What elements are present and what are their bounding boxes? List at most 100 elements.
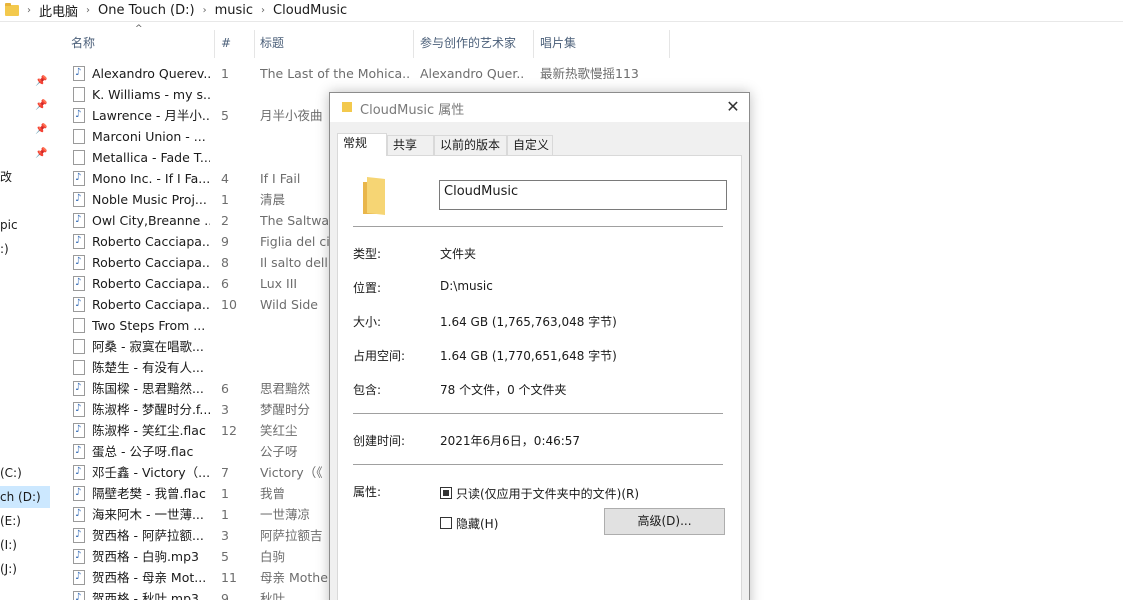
readonly-checkbox[interactable] — [440, 487, 452, 499]
tab-sharing[interactable]: 共享 — [387, 135, 434, 155]
column-header-title[interactable]: 标题 — [254, 30, 414, 58]
advanced-button[interactable]: 高级(D)... — [604, 508, 725, 535]
track-number: 1 — [221, 192, 229, 207]
music-file-icon — [73, 398, 85, 419]
music-file-icon — [73, 104, 85, 125]
music-file-icon — [73, 62, 85, 83]
file-name: Metallica - Fade T... — [92, 150, 210, 165]
divider — [353, 413, 723, 414]
nav-item-c-drive[interactable]: (C:) — [0, 462, 50, 484]
address-bar[interactable]: › 此电脑 › One Touch (D:) › music › CloudMu… — [0, 0, 1123, 22]
file-row[interactable]: Alexandro Querev... 1 The Last of the Mohi… — [60, 62, 760, 84]
disk-size-label: 占用空间: — [353, 349, 406, 363]
attributes-label: 属性: — [353, 485, 382, 499]
tab-customize[interactable]: 自定义 — [507, 135, 553, 155]
chevron-right-icon[interactable]: › — [203, 5, 207, 16]
track-number: 6 — [221, 276, 229, 291]
tab-general[interactable]: 常规 — [337, 133, 387, 156]
music-file-icon — [73, 587, 85, 600]
tab-previous-versions[interactable]: 以前的版本 — [434, 135, 507, 155]
track-number: 10 — [221, 297, 237, 312]
chevron-right-icon[interactable]: › — [261, 5, 265, 16]
music-file-icon — [73, 293, 85, 314]
music-file-icon — [73, 419, 85, 440]
location-label: 位置: — [353, 281, 382, 295]
location-value: D:\music — [440, 279, 493, 293]
close-icon[interactable]: ✕ — [723, 97, 743, 117]
file-name: Roberto Cacciapa... — [92, 297, 210, 312]
breadcrumb-drive[interactable]: One Touch (D:) — [98, 3, 195, 18]
track-number: 2 — [221, 213, 229, 228]
file-name: Roberto Cacciapa... — [92, 255, 210, 270]
music-file-icon — [73, 461, 85, 482]
divider — [353, 226, 723, 227]
general-panel: CloudMusic 类型: 文件夹 位置: D:\music 大小: 1.64… — [337, 155, 742, 600]
file-name: 邓壬鑫 - Victory（... — [92, 465, 210, 480]
dialog-titlebar[interactable]: CloudMusic 属性 ✕ — [330, 93, 749, 122]
file-icon — [73, 360, 85, 375]
track-number: 11 — [221, 570, 237, 585]
chevron-right-icon[interactable]: › — [27, 5, 31, 16]
file-name: 贺西格 - 母亲 Mot... — [92, 570, 207, 585]
file-name: 陈国樑 - 思君黯然... — [92, 381, 204, 396]
pin-icon[interactable]: 📌 — [35, 124, 47, 136]
track-number: 6 — [221, 381, 229, 396]
file-name: Noble Music Proj... — [92, 192, 207, 207]
file-name: 陈淑桦 - 笑红尘.flac — [92, 423, 206, 438]
chevron-right-icon[interactable]: › — [86, 5, 90, 16]
track-number: 3 — [221, 528, 229, 543]
dialog-title: CloudMusic 属性 — [360, 103, 465, 118]
nav-item-j-drive[interactable]: (J:) — [0, 558, 50, 580]
track-number: 9 — [221, 591, 229, 600]
file-name: 蛋总 - 公子呀.flac — [92, 444, 194, 459]
nav-item-e-drive[interactable]: (E:) — [0, 510, 50, 532]
music-file-icon — [73, 545, 85, 566]
breadcrumb-music[interactable]: music — [215, 3, 253, 18]
track-number: 5 — [221, 549, 229, 564]
music-file-icon — [73, 377, 85, 398]
track-number: 1 — [221, 507, 229, 522]
folder-icon — [5, 3, 19, 16]
pin-icon[interactable]: 📌 — [35, 76, 47, 88]
file-name: Mono Inc. - If I Fa... — [92, 171, 210, 186]
file-name: 贺西格 - 秋叶.mp3 — [92, 591, 199, 600]
properties-dialog[interactable]: CloudMusic 属性 ✕ 常规 共享 以前的版本 自定义 CloudMus… — [329, 92, 750, 600]
file-name: Lawrence - 月半小... — [92, 108, 210, 123]
music-file-icon — [73, 209, 85, 230]
pin-icon[interactable]: 📌 — [35, 148, 47, 160]
file-name: Marconi Union - ... — [92, 129, 206, 144]
hidden-label[interactable]: 隐藏(H) — [456, 515, 498, 532]
file-name: 海来阿木 - 一世薄... — [92, 507, 204, 522]
readonly-label[interactable]: 只读(仅应用于文件夹中的文件)(R) — [456, 485, 639, 502]
contains-label: 包含: — [353, 383, 382, 397]
file-icon — [73, 87, 85, 102]
file-name: Roberto Cacciapa... — [92, 276, 210, 291]
hidden-checkbox[interactable] — [440, 517, 452, 529]
music-file-icon — [73, 566, 85, 587]
track-number: 12 — [221, 423, 237, 438]
column-header-album[interactable]: 唱片集 — [534, 30, 670, 58]
breadcrumb-cloudmusic[interactable]: CloudMusic — [273, 3, 347, 18]
size-label: 大小: — [353, 315, 382, 329]
folder-name-field[interactable]: CloudMusic — [439, 180, 727, 210]
column-header-name[interactable]: 名称 — [65, 30, 215, 58]
navigation-pane[interactable]: 📌 📌 📌 📌 改 pic :) (C:) ch (D:) (E:) (I:) … — [0, 22, 52, 600]
type-value: 文件夹 — [440, 247, 477, 261]
nav-item[interactable]: 改 — [0, 166, 50, 188]
track-artist: Alexandro Quer... — [420, 66, 525, 81]
music-file-icon — [73, 272, 85, 293]
breadcrumb-this-pc[interactable]: 此电脑 — [39, 1, 78, 20]
file-name: Owl City,Breanne ... — [92, 213, 210, 228]
column-header-artist[interactable]: 参与创作的艺术家 — [414, 30, 534, 58]
created-label: 创建时间: — [353, 434, 406, 448]
file-name: Roberto Cacciapa... — [92, 234, 210, 249]
created-value: 2021年6月6日，0:46:57 — [440, 434, 581, 448]
nav-item[interactable]: pic — [0, 214, 50, 236]
column-header-number[interactable]: # — [215, 30, 255, 58]
music-file-icon — [73, 230, 85, 251]
nav-item[interactable]: :) — [0, 238, 50, 260]
nav-item-d-drive[interactable]: ch (D:) — [0, 486, 50, 508]
nav-item-i-drive[interactable]: (I:) — [0, 534, 50, 556]
pin-icon[interactable]: 📌 — [35, 100, 47, 112]
disk-size-value: 1.64 GB (1,770,651,648 字节) — [440, 349, 617, 363]
